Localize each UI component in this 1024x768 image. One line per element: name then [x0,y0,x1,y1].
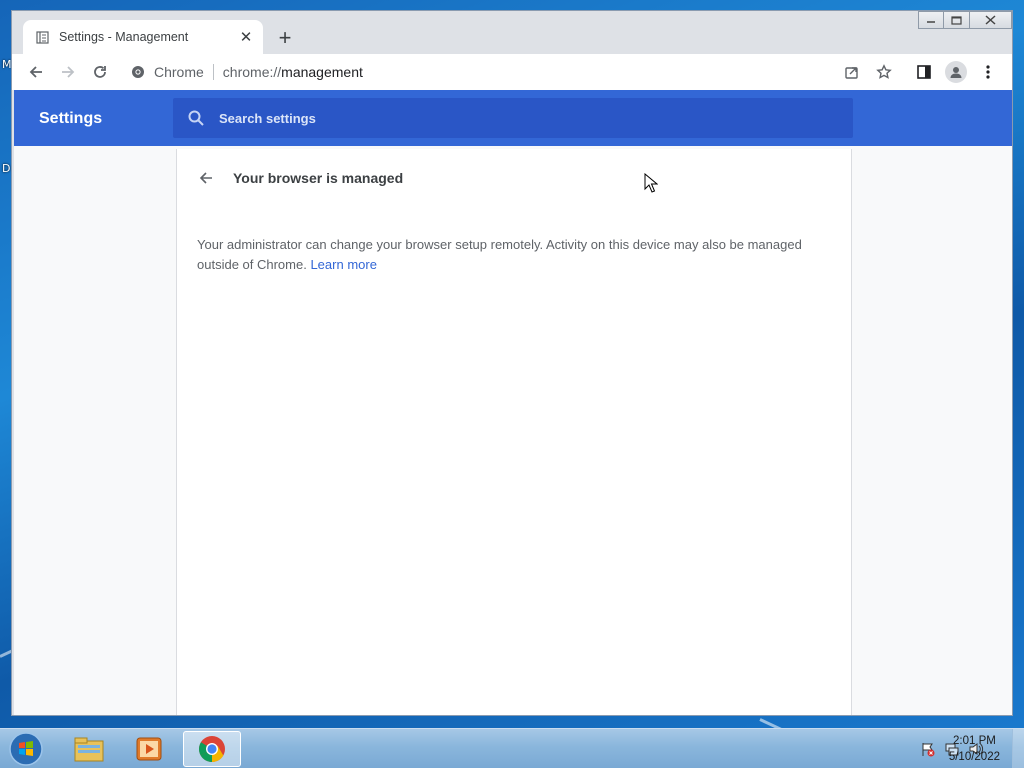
search-icon [188,110,204,126]
browser-toolbar: Chrome chrome://management [12,54,1012,90]
page-title: Your browser is managed [233,170,404,186]
site-chip-label: Chrome [154,64,204,80]
clock-date: 5/10/2022 [948,751,1000,763]
share-icon [845,67,858,79]
toolbar-actions [836,56,1004,88]
window-controls [918,11,1012,29]
taskbar: 2:01 PM 5/10/2022 [0,728,1024,768]
browser-window: Settings - Management ✕ + Chrome chrome:… [11,10,1013,716]
chrome-icon [199,736,225,763]
side-panel-icon [917,65,931,79]
url-scheme: chrome:// [222,64,282,80]
taskbar-media-player[interactable] [120,731,178,767]
start-button[interactable] [6,730,46,768]
clock-time: 2:01 PM [953,735,996,747]
settings-header: Settings [14,90,1012,146]
avatar [945,61,967,83]
close-tab-icon[interactable]: ✕ [233,24,259,50]
taskbar-explorer[interactable] [60,731,118,767]
new-tab-button[interactable]: + [271,24,299,52]
side-panel-button[interactable] [908,56,940,88]
desktop-icon-glimpse: D [2,162,11,175]
profile-button[interactable] [940,56,972,88]
address-bar[interactable]: Chrome chrome://management [124,58,824,86]
media-player-icon [136,737,162,761]
person-icon [950,67,962,78]
tab-settings-management[interactable]: Settings - Management ✕ [23,20,263,54]
forward-button[interactable] [52,56,84,88]
reload-button[interactable] [84,56,116,88]
search-input[interactable] [219,110,853,126]
maximize-button[interactable] [944,11,970,29]
show-desktop-button[interactable] [1012,729,1024,768]
star-icon [876,64,892,79]
page-icon [35,30,49,44]
share-button[interactable] [836,56,868,88]
search-box[interactable] [173,98,853,138]
arrow-right-icon [62,66,75,78]
management-card: Your browser is managed Your administrat… [176,149,852,715]
bookmark-button[interactable] [868,56,900,88]
url-host: management [281,64,363,80]
settings-title: Settings [39,110,103,127]
chrome-site-icon [130,64,146,80]
tab-title: Settings - Management [59,30,189,44]
folder-icon [74,737,104,762]
page-header: Your browser is managed [193,165,403,191]
menu-button[interactable] [972,56,1004,88]
taskbar-chrome[interactable] [183,731,241,767]
minimize-button[interactable] [918,11,944,29]
close-window-button[interactable] [970,11,1012,29]
arrow-left-icon [29,66,42,78]
back-arrow-button[interactable] [193,165,219,191]
description-text: Your administrator can change your brows… [197,237,802,272]
url-text: chrome://management [223,64,363,80]
clock[interactable]: 2:01 PM 5/10/2022 [949,733,1000,765]
back-button[interactable] [20,56,52,88]
action-center-flag-icon[interactable] [920,741,936,757]
management-description: Your administrator can change your brows… [197,235,837,275]
omnibox-divider [212,64,214,80]
learn-more-link[interactable]: Learn more [310,257,376,272]
kebab-menu-icon [986,65,990,79]
tab-strip: Settings - Management ✕ + [12,11,1012,54]
reload-icon [94,66,106,78]
mouse-cursor-icon [644,173,658,193]
settings-content: Your browser is managed Your administrat… [14,146,1012,715]
windows-start-icon [9,732,43,766]
arrow-left-icon [199,172,212,184]
